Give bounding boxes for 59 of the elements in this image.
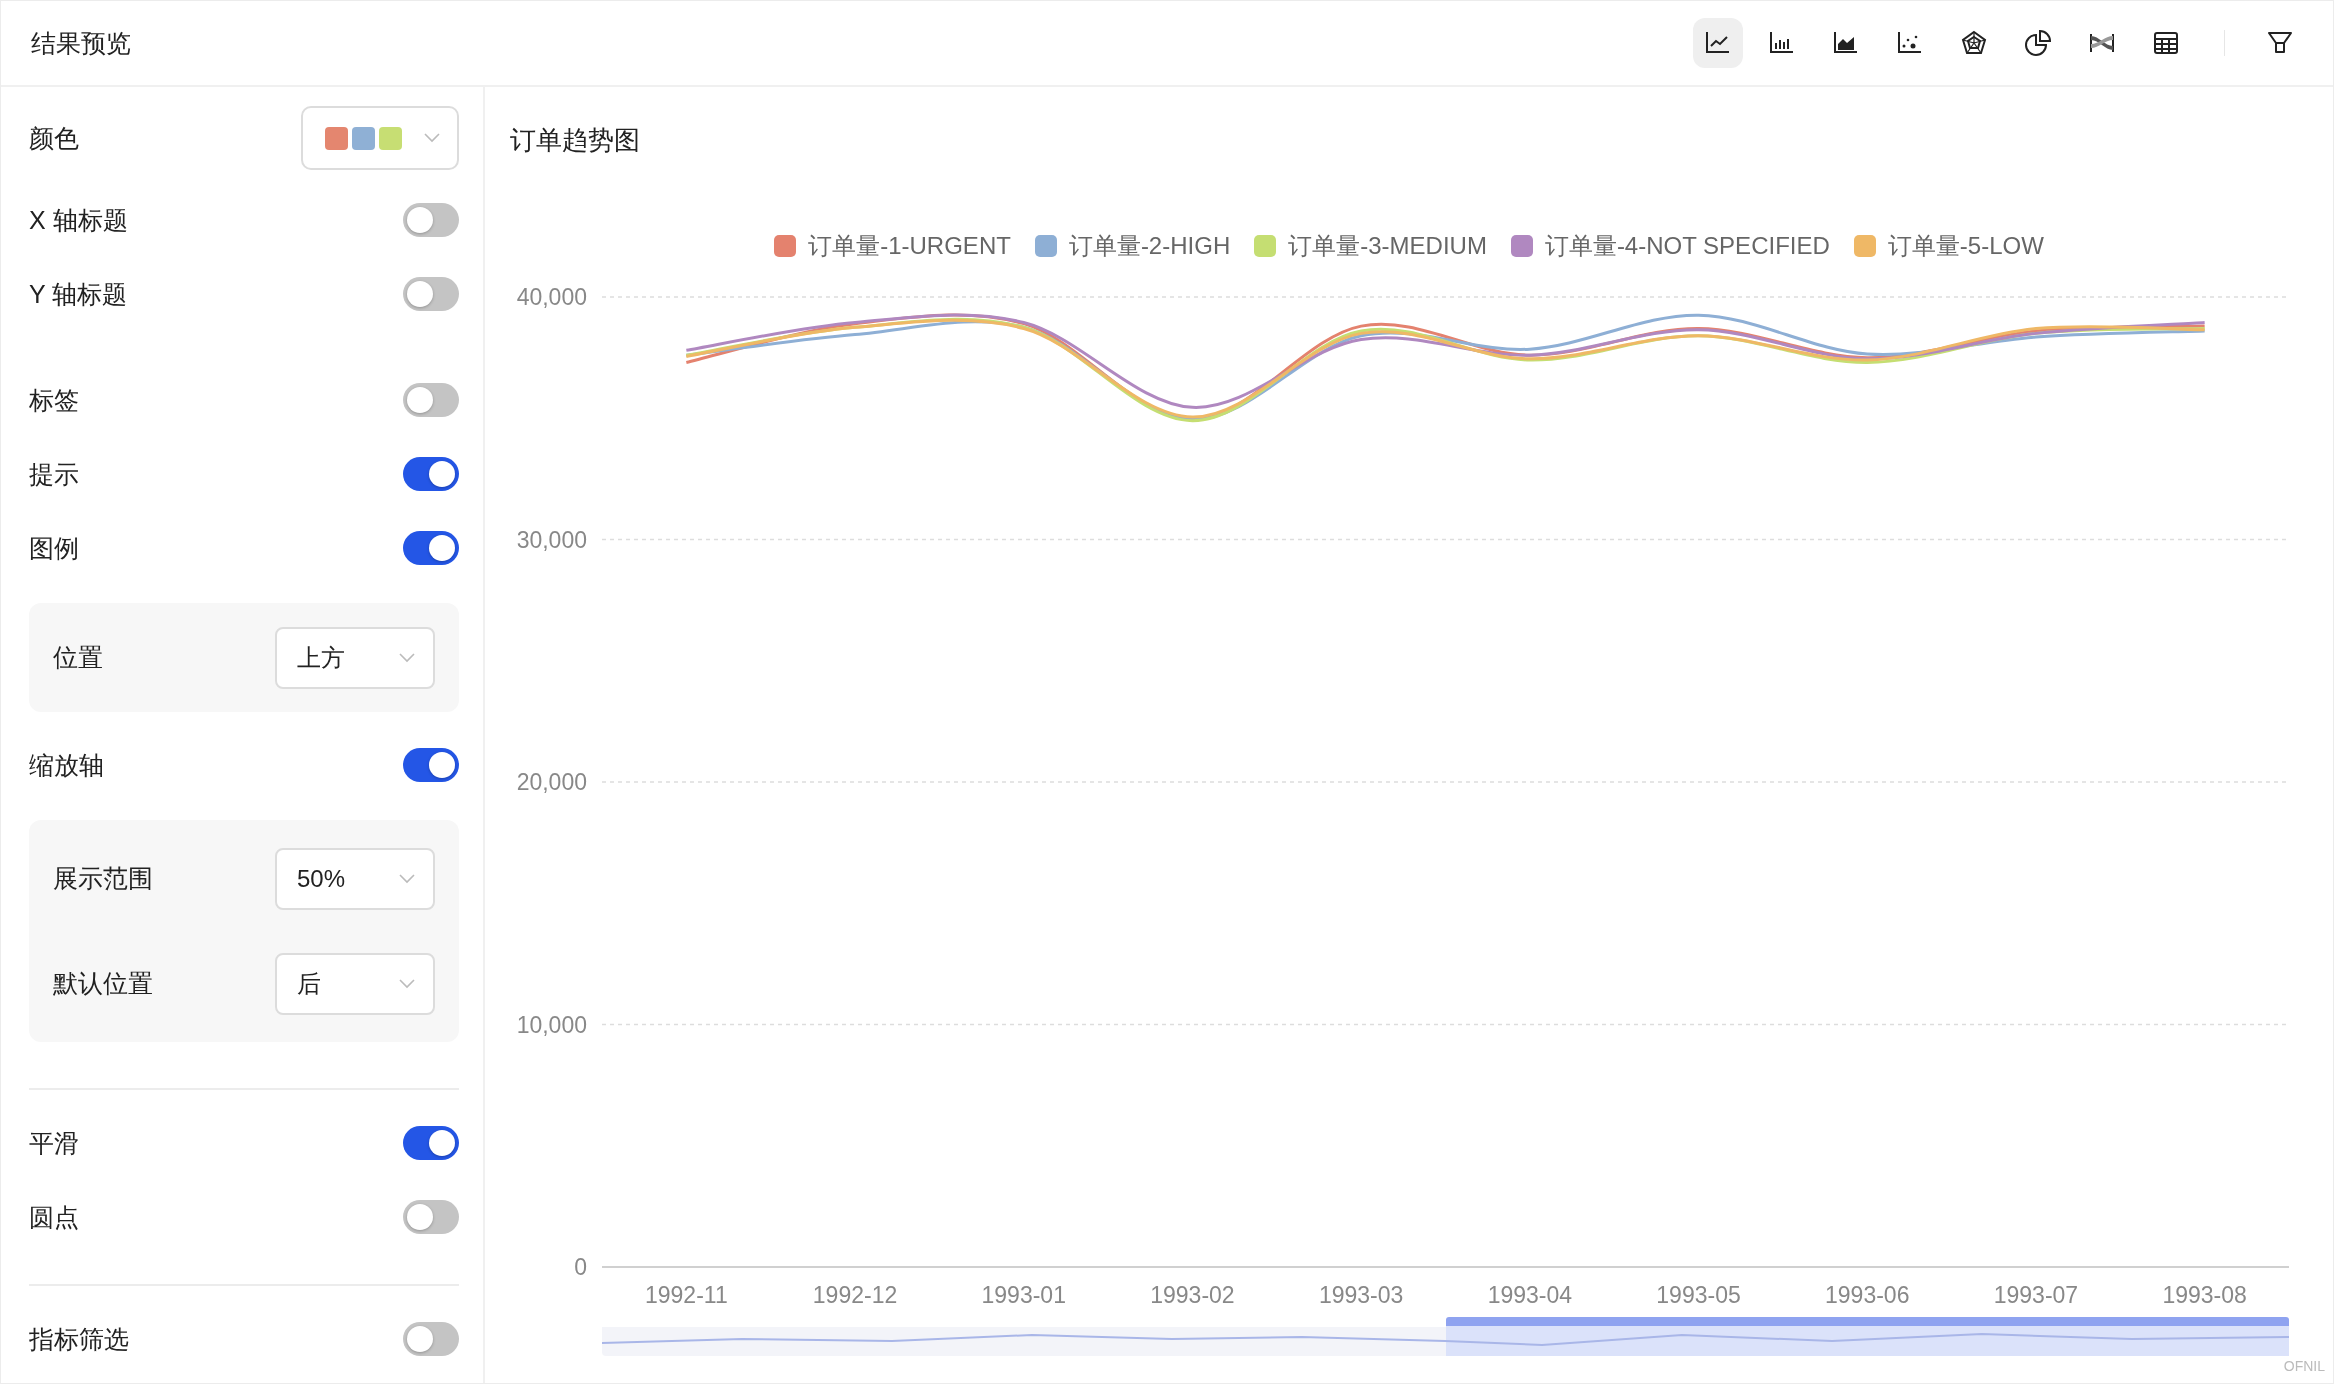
chart-type-button[interactable] bbox=[1693, 18, 1743, 68]
table-icon bbox=[2152, 29, 2180, 57]
x-axis-label: 1993-07 bbox=[1993, 1282, 2079, 1308]
setting-label: 颜色 bbox=[29, 122, 79, 154]
setting-label: 标签 bbox=[29, 384, 79, 416]
toggle-switch[interactable] bbox=[403, 531, 459, 565]
caret-icon bbox=[399, 652, 415, 663]
setting-label: 图例 bbox=[29, 532, 79, 564]
x-axis-label: 1993-08 bbox=[2162, 1282, 2247, 1308]
toggle-switch[interactable] bbox=[403, 203, 459, 237]
setting-label: 平滑 bbox=[29, 1127, 79, 1159]
toggle-switch[interactable] bbox=[403, 383, 459, 417]
color-select[interactable] bbox=[301, 106, 459, 170]
setting-label: 缩放轴 bbox=[29, 749, 104, 781]
option-select[interactable]: 上方 bbox=[275, 626, 435, 689]
toggle-switch[interactable] bbox=[403, 457, 459, 491]
y-axis-label: 40,000 bbox=[516, 284, 587, 310]
x-axis-label: 1993-06 bbox=[1825, 1282, 1910, 1308]
toggle-switch[interactable] bbox=[403, 748, 459, 782]
option-select[interactable]: 后 bbox=[275, 952, 435, 1015]
option-label: 展示范围 bbox=[53, 863, 153, 894]
setting-label: 提示 bbox=[29, 458, 79, 490]
setting-label: 指标筛选 bbox=[29, 1323, 129, 1355]
y-axis-label: 30,000 bbox=[516, 526, 587, 553]
x-axis-label: 1993-04 bbox=[1487, 1282, 1573, 1308]
caret-icon bbox=[424, 133, 440, 143]
x-axis-label: 1993-05 bbox=[1656, 1282, 1741, 1308]
toggle-switch[interactable] bbox=[403, 1126, 459, 1160]
legend-item[interactable]: 订单量-3-MEDIUM bbox=[1254, 230, 1487, 262]
setting-label: Y 轴标题 bbox=[29, 278, 128, 310]
legend-item[interactable]: 订单量-4-NOT SPECIFIED bbox=[1510, 230, 1830, 262]
x-axis-label: 1992-11 bbox=[645, 1282, 728, 1308]
toggle-switch[interactable] bbox=[403, 1322, 459, 1356]
radar-chart-icon bbox=[1960, 29, 1988, 57]
option-select[interactable]: 50% bbox=[275, 847, 435, 910]
x-axis-label: 1993-01 bbox=[981, 1282, 1066, 1308]
toggle-switch[interactable] bbox=[403, 1200, 459, 1234]
x-axis-label: 1993-02 bbox=[1150, 1282, 1235, 1308]
option-label: 默认位置 bbox=[53, 968, 153, 999]
legend-item[interactable]: 订单量-5-LOW bbox=[1853, 230, 2044, 262]
y-axis-label: 10,000 bbox=[516, 1011, 587, 1038]
legend-item[interactable]: 订单量-1-URGENT bbox=[774, 230, 1011, 262]
caret-icon bbox=[399, 978, 415, 989]
data-zoom-track[interactable] bbox=[602, 1317, 2289, 1356]
overview-wave-icon bbox=[602, 1333, 2289, 1347]
x-axis-label: 1993-03 bbox=[1318, 1282, 1404, 1308]
x-axis-label: 1992-12 bbox=[812, 1282, 898, 1308]
legend-item[interactable]: 订单量-2-HIGH bbox=[1034, 230, 1231, 262]
chart-title: 订单趋势图 bbox=[510, 124, 641, 157]
y-axis-label: 20,000 bbox=[516, 769, 587, 795]
panel-title: 结果预览 bbox=[31, 27, 132, 59]
caret-icon bbox=[399, 873, 415, 884]
option-label: 位置 bbox=[53, 642, 103, 673]
toggle-switch[interactable] bbox=[403, 277, 459, 311]
setting-label: 圆点 bbox=[29, 1201, 79, 1233]
y-axis-label: 0 bbox=[574, 1254, 587, 1280]
pie-chart-icon bbox=[2024, 29, 2052, 57]
setting-label: X 轴标题 bbox=[29, 204, 128, 236]
corner-mark: OFNIL bbox=[2283, 1358, 2325, 1374]
